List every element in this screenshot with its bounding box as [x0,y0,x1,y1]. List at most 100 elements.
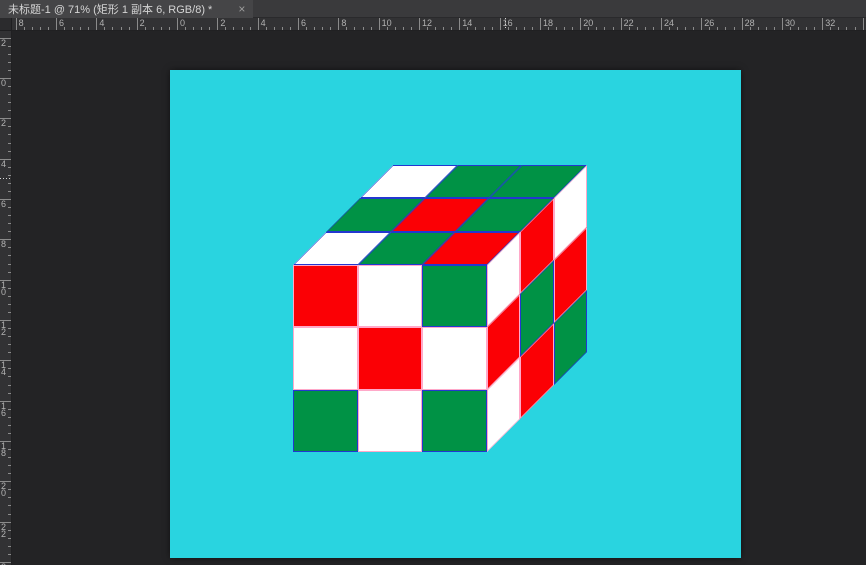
ruler-minor-tick [846,27,847,30]
ruler-minor-tick [282,27,283,30]
ruler-minor-tick [8,336,11,337]
cube-cell [422,265,487,327]
cube-cell [358,265,423,327]
ruler-minor-tick [8,304,11,305]
ruler-minor-tick [677,27,678,30]
ruler-major-tick [298,18,299,30]
ruler-minor-tick [8,409,11,410]
ruler-minor-tick [32,27,33,30]
ruler-minor-tick [209,27,210,30]
ruler-minor-tick [306,27,307,30]
ruler-major-tick [661,18,662,30]
ruler-minor-tick [48,27,49,30]
ruler-major-tick [500,18,501,30]
ruler-cursor-marker [505,18,506,31]
ruler-minor-tick [8,151,11,152]
ruler-minor-tick [790,27,791,30]
ruler-minor-tick [8,134,11,135]
ruler-minor-tick [201,27,202,30]
cube-cell [358,390,423,452]
ruler-minor-tick [484,27,485,30]
ruler-label: 2 2 [1,524,6,538]
ruler-minor-tick [8,126,11,127]
document-tab[interactable]: 未标题-1 @ 71% (矩形 1 副本 6, RGB/8) * × [0,0,253,18]
ruler-minor-tick [8,393,11,394]
ruler-minor-tick [653,27,654,30]
ruler-minor-tick [8,46,11,47]
ruler-minor-tick [250,27,251,30]
ruler-minor-tick [8,505,11,506]
ruler-major-tick [701,18,702,30]
ruler-label: 2 0 [1,483,6,497]
ruler-minor-tick [8,449,11,450]
ruler-minor-tick [8,167,11,168]
ruler-minor-tick [233,27,234,30]
ruler-minor-tick [403,27,404,30]
ruler-minor-tick [395,27,396,30]
photoshop-window: 未标题-1 @ 71% (矩形 1 副本 6, RGB/8) * × 86420… [0,0,866,565]
ruler-major-tick [338,18,339,30]
canvas-viewport[interactable] [12,31,866,565]
tab-bar: 未标题-1 @ 71% (矩形 1 副本 6, RGB/8) * × [0,0,866,18]
ruler-minor-tick [354,27,355,30]
ruler-minor-tick [8,207,11,208]
ruler-minor-tick [8,344,11,345]
ruler-minor-tick [8,62,11,63]
ruler-minor-tick [8,530,11,531]
ruler-minor-tick [225,27,226,30]
ruler-minor-tick [556,27,557,30]
ruler-minor-tick [798,27,799,30]
ruler-minor-tick [564,27,565,30]
ruler-minor-tick [371,27,372,30]
document-canvas[interactable] [170,70,741,558]
tab-close-icon[interactable]: × [238,0,245,18]
ruler-minor-tick [669,27,670,30]
ruler-minor-tick [516,27,517,30]
ruler-minor-tick [8,328,11,329]
ruler-major-tick [742,18,743,30]
ruler-minor-tick [8,296,11,297]
ruler-minor-tick [346,27,347,30]
ruler-minor-tick [734,27,735,30]
ruler-minor-tick [8,554,11,555]
ruler-minor-tick [830,27,831,30]
ruler-minor-tick [8,465,11,466]
ruler-label: 1 6 [1,403,6,417]
ruler-minor-tick [8,538,11,539]
ruler-minor-tick [8,264,11,265]
ruler-major-tick [863,18,864,30]
ruler-origin-box[interactable] [0,18,12,31]
ruler-minor-tick [322,27,323,30]
ruler-minor-tick [8,433,11,434]
vertical-ruler[interactable]: 2024681 01 21 41 61 82 02 22 4 [0,31,12,565]
ruler-minor-tick [693,27,694,30]
ruler-cursor-marker [0,178,12,179]
cube-cell [293,327,358,389]
cube-cell [422,390,487,452]
ruler-minor-tick [161,27,162,30]
ruler-minor-tick [524,27,525,30]
ruler-minor-tick [169,27,170,30]
ruler-minor-tick [8,546,11,547]
ruler-minor-tick [8,175,11,176]
ruler-major-tick [56,18,57,30]
ruler-minor-tick [64,27,65,30]
ruler-minor-tick [8,183,11,184]
horizontal-ruler[interactable]: 86420246810121416182022242628303234 [12,18,866,31]
ruler-minor-tick [8,110,11,111]
ruler-minor-tick [40,27,41,30]
ruler-minor-tick [266,27,267,30]
ruler-minor-tick [193,27,194,30]
ruler-major-tick [258,18,259,30]
ruler-major-tick [782,18,783,30]
ruler-minor-tick [8,255,11,256]
document-tab-title: 未标题-1 @ 71% (矩形 1 副本 6, RGB/8) * [8,1,212,17]
ruler-minor-tick [443,27,444,30]
ruler-minor-tick [8,376,11,377]
ruler-minor-tick [80,27,81,30]
ruler-major-tick [540,18,541,30]
ruler-minor-tick [8,102,11,103]
cube-cell [422,327,487,389]
ruler-minor-tick [8,385,11,386]
ruler-label: 0 [1,80,6,87]
